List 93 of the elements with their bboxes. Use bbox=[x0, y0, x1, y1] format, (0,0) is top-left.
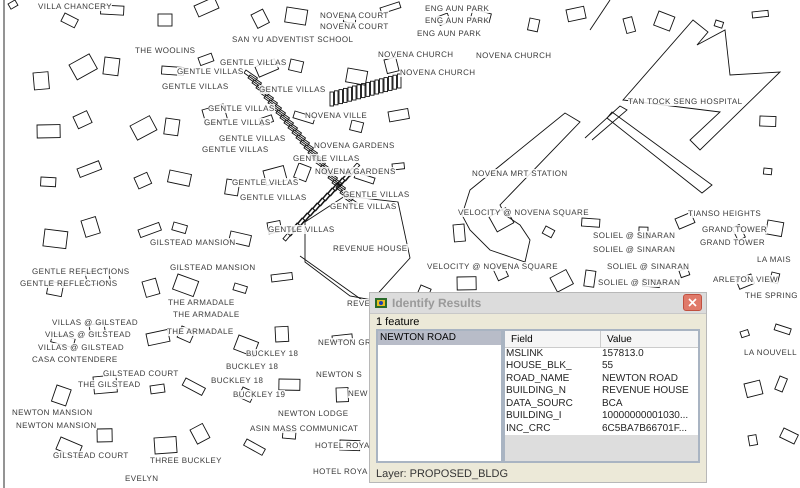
map-label: SOLIEL @ SINARAN bbox=[598, 278, 680, 287]
map-label: THE ARMADALE bbox=[167, 327, 234, 336]
map-label: GENTLE VILLAS bbox=[259, 85, 326, 94]
map-label: ENG AUN PARK bbox=[425, 4, 490, 13]
map-label: BUCKLEY 18 bbox=[226, 362, 278, 371]
map-label: GILSTEAD MANSION bbox=[150, 238, 236, 247]
map-label: NOVENA MRT STATION bbox=[472, 169, 568, 178]
map-label: EVELYN bbox=[125, 474, 158, 483]
map-label: GRAND TOWER bbox=[700, 238, 765, 247]
map-label: GENTLE VILLAS bbox=[219, 134, 286, 143]
table-cell-text: ROAD_NAME bbox=[505, 372, 570, 385]
map-label: THE SPRING bbox=[745, 291, 798, 300]
map-label: NOVENA GARDENS bbox=[314, 141, 395, 150]
table-cell-text: NEWTON ROAD bbox=[601, 372, 679, 385]
map-label: BUCKLEY 18 bbox=[246, 349, 298, 358]
map-label: GENTLE VILLAS bbox=[268, 225, 335, 234]
map-label: VILLAS @ GILSTEAD bbox=[38, 343, 124, 352]
map-label: GENTLE VILLAS bbox=[293, 154, 360, 163]
table-cell-text: 55 bbox=[601, 360, 614, 372]
map-label: NOVENA CHURCH bbox=[400, 68, 476, 77]
table-cell-text: 6C5BA7B66701F... bbox=[601, 422, 688, 435]
map-label: SOLIEL @ SINARAN bbox=[593, 231, 676, 240]
map-label: NEWTON S bbox=[316, 370, 362, 379]
map-label: SOLIEL @ SINARAN bbox=[607, 262, 690, 271]
window-title: Identify Results bbox=[392, 294, 482, 312]
table-cell-text: HOUSE_BLK_ bbox=[505, 360, 573, 372]
map-label: NEWTON LODGE bbox=[278, 409, 348, 418]
map-label: VILLA CHANCERY bbox=[38, 2, 112, 11]
map-label: GENTLE REFLECTIONS bbox=[20, 279, 118, 288]
map-label: NOVENA GARDENS bbox=[315, 167, 396, 176]
map-label: THE ARMADALE bbox=[173, 310, 240, 319]
table-cell-text: BUILDING_N bbox=[505, 385, 568, 398]
map-label: GENTLE VILLAS bbox=[177, 67, 244, 76]
map-label: GENTLE VILLAS bbox=[240, 193, 307, 202]
map-label: GENTLE VILLAS bbox=[343, 190, 410, 199]
map-label: GILSTEAD COURT bbox=[53, 451, 129, 460]
map-label: GENTLE VILLAS bbox=[204, 118, 271, 127]
map-label: ARLETON VIEW bbox=[713, 275, 778, 284]
map-label: GILSTEAD MANSION bbox=[170, 263, 256, 272]
map-label: NOVENA COURT bbox=[320, 22, 389, 31]
layer-label: Layer: PROPOSED_BLDG bbox=[376, 466, 510, 482]
map-label: LA NOUVELL bbox=[744, 348, 797, 357]
map-label: VILLAS @ GILSTEAD bbox=[45, 330, 132, 339]
map-label: THREE BUCKLEY bbox=[150, 456, 222, 465]
table-cell-text: REVENUE HOUSE bbox=[601, 385, 690, 398]
map-label: NEW bbox=[348, 389, 368, 398]
table-cell-text: MSLINK bbox=[505, 348, 544, 360]
map-label: GENTLE VILLAS bbox=[220, 58, 287, 67]
map-label: GENTLE VILLAS bbox=[202, 145, 269, 154]
table-cell-text: 10000000001030... bbox=[601, 410, 690, 422]
map-label: GENTLE VILLAS bbox=[162, 82, 229, 91]
table-cell-text: BCA bbox=[601, 398, 624, 410]
map-label: LA MAIS bbox=[757, 255, 791, 264]
map-label: TIANSO HEIGHTS bbox=[688, 209, 762, 218]
map-label: REVE bbox=[347, 299, 370, 308]
map-label: NOVENA VILLE bbox=[305, 111, 368, 120]
map-label: NOVENA CHURCH bbox=[476, 51, 552, 60]
map-label: THE ARMADALE bbox=[168, 298, 235, 307]
map-label: REVENUE HOUSE bbox=[333, 244, 408, 253]
map-label: ENG AUN PARK bbox=[425, 16, 490, 25]
column-header[interactable]: Field bbox=[505, 330, 601, 346]
map-label: VILLAS @ GILSTEAD bbox=[52, 318, 138, 327]
map-label: TAN TOCK SENG HOSPITAL bbox=[628, 97, 742, 106]
feature-item[interactable]: NEWTON ROAD bbox=[378, 330, 501, 344]
map-label: THE WOOLINS bbox=[135, 46, 196, 55]
map-label: VELOCITY @ NOVENA SQUARE bbox=[458, 208, 589, 217]
map-label: GENTLE VILLAS bbox=[208, 104, 275, 113]
map-label: VELOCITY @ NOVENA SQUARE bbox=[427, 262, 558, 271]
map-label: GENTLE VILLAS bbox=[330, 202, 397, 211]
table-cell-text: INC_CRC bbox=[505, 422, 552, 435]
map-label: BUCKLEY 19 bbox=[233, 390, 286, 399]
map-label: NEWTON MANSION bbox=[12, 408, 93, 417]
map-label: CASA CONTENDERE bbox=[32, 355, 118, 364]
map-label: HOTEL ROYA bbox=[313, 467, 368, 476]
map-label: NEWTON MANSION bbox=[16, 421, 97, 430]
table-cell-text: DATA_SOURC bbox=[505, 398, 574, 410]
map-label: NOVENA CHURCH bbox=[378, 50, 454, 59]
map-label: SAN YU ADVENTIST SCHOOL bbox=[232, 35, 354, 44]
map-label: ENG AUN PARK bbox=[417, 29, 482, 38]
map-label: GENTLE VILLAS bbox=[232, 178, 299, 187]
table-cell-text: BUILDING_I bbox=[505, 410, 563, 422]
map-label: GILSTEAD COURT bbox=[103, 369, 179, 378]
map-label: HOTEL ROYA bbox=[315, 441, 370, 450]
map-label: ASIN MASS COMMUNICAT bbox=[250, 424, 358, 433]
map-label: GRAND TOWER bbox=[702, 225, 767, 234]
map-label: BUCKLEY 18 bbox=[211, 376, 264, 385]
column-header[interactable]: Value bbox=[601, 330, 698, 346]
feature-count: 1 feature bbox=[376, 316, 420, 328]
map-label: SOLIEL @ SINARAN bbox=[593, 245, 676, 254]
map-label: NOVENA COURT bbox=[320, 11, 389, 20]
map-label: GENTLE REFLECTIONS bbox=[32, 267, 130, 276]
map-label: THE GILSTEAD bbox=[78, 380, 141, 389]
table-cell-text: 157813.0 bbox=[601, 348, 645, 360]
